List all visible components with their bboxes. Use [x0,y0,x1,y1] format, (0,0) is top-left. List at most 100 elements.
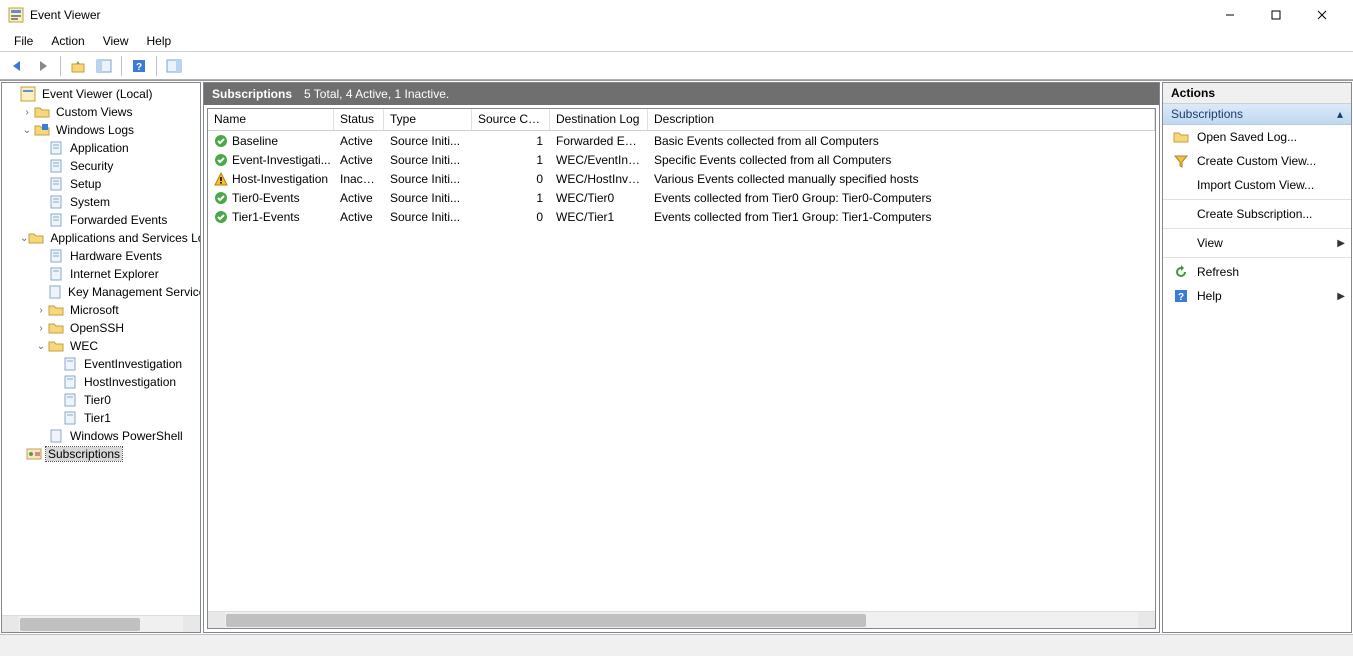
status-ok-icon [214,191,228,205]
show-hide-tree-button[interactable] [93,55,115,77]
action-create-custom-view[interactable]: Create Custom View... [1163,149,1351,173]
action-create-subscription[interactable]: Create Subscription... [1163,202,1351,226]
list-row[interactable]: Event-Investigati...ActiveSource Initi..… [208,150,1155,169]
tree-internet-explorer[interactable]: Internet Explorer [2,265,200,283]
status-warning-icon [214,172,228,186]
forward-button[interactable] [32,55,54,77]
action-help[interactable]: ? Help ▶ [1163,284,1351,308]
up-button[interactable] [67,55,89,77]
refresh-icon [1173,264,1189,280]
tree-kms[interactable]: Key Management Service [2,283,200,301]
collapse-icon: ▴ [1337,107,1343,121]
tree-log-item[interactable]: Tier0 [2,391,200,409]
menu-help[interactable]: Help [139,32,180,50]
center-summary: 5 Total, 4 Active, 1 Inactive. [304,87,449,101]
tree-log-item[interactable]: System [2,193,200,211]
minimize-button[interactable] [1207,0,1253,30]
list-horizontal-scrollbar[interactable] [208,611,1155,628]
tree-root[interactable]: Event Viewer (Local) [2,85,200,103]
action-import-custom-view[interactable]: Import Custom View... [1163,173,1351,197]
help-icon: ? [1173,288,1189,304]
list-row[interactable]: Tier1-EventsActiveSource Initi...0WEC/Ti… [208,207,1155,226]
tree-openssh[interactable]: › OpenSSH [2,319,200,337]
tree-windows-logs[interactable]: ⌄ Windows Logs [2,121,200,139]
app-icon [8,7,24,23]
action-view[interactable]: View ▶ [1163,231,1351,255]
log-icon [48,140,64,156]
tree-subscriptions[interactable]: Subscriptions [2,445,200,463]
list-row[interactable]: Tier0-EventsActiveSource Initi...1WEC/Ti… [208,188,1155,207]
menu-view[interactable]: View [95,32,137,50]
actions-section-header[interactable]: Subscriptions ▴ [1163,104,1351,125]
log-icon [48,194,64,210]
log-icon [62,392,78,408]
col-dest[interactable]: Destination Log [550,109,648,130]
log-icon [48,266,64,282]
list-row[interactable]: BaselineActiveSource Initi...1Forwarded … [208,131,1155,150]
action-open-saved-log[interactable]: Open Saved Log... [1163,125,1351,149]
folder-icon [48,338,64,354]
help-button[interactable]: ? [128,55,150,77]
submenu-arrow-icon: ▶ [1337,238,1345,249]
col-status[interactable]: Status [334,109,384,130]
list-header: Name Status Type Source Co... Destinatio… [208,109,1155,131]
window-title: Event Viewer [30,8,100,22]
tree-wec[interactable]: ⌄ WEC [2,337,200,355]
event-viewer-icon [20,86,36,102]
status-ok-icon [214,153,228,167]
center-title: Subscriptions [212,87,292,101]
col-type[interactable]: Type [384,109,472,130]
blank-icon [1173,235,1189,251]
folder-icon [48,302,64,318]
col-source[interactable]: Source Co... [472,109,550,130]
svg-text:?: ? [1178,292,1184,303]
tree-log-item[interactable]: Forwarded Events [2,211,200,229]
submenu-arrow-icon: ▶ [1337,291,1345,302]
svg-text:?: ? [136,62,142,73]
folder-icon [28,230,44,246]
tree-log-item[interactable]: Tier1 [2,409,200,427]
tree-log-item[interactable]: Security [2,157,200,175]
col-desc[interactable]: Description [648,109,1155,130]
tree-custom-views[interactable]: › Custom Views [2,103,200,121]
actions-pane-title: Actions [1163,83,1351,104]
menu-action[interactable]: Action [43,32,92,50]
maximize-button[interactable] [1253,0,1299,30]
subscriptions-icon [26,446,42,462]
log-icon [48,248,64,264]
center-pane: Subscriptions 5 Total, 4 Active, 1 Inact… [203,82,1160,633]
toolbar: ? [0,52,1353,80]
tree-apps-services[interactable]: ⌄ Applications and Services Logs [2,229,200,247]
tree-log-item[interactable]: HostInvestigation [2,373,200,391]
filter-icon [1173,153,1189,169]
close-button[interactable] [1299,0,1345,30]
windows-logs-icon [34,122,50,138]
tree-log-item[interactable]: Application [2,139,200,157]
folder-icon [48,320,64,336]
tree-pane: Event Viewer (Local) › Custom Views ⌄ Wi… [1,82,201,633]
col-name[interactable]: Name [208,109,334,130]
list-row[interactable]: Host-InvestigationInactiveSource Initi..… [208,169,1155,188]
action-refresh[interactable]: Refresh [1163,260,1351,284]
title-bar: Event Viewer [0,0,1353,30]
tree-horizontal-scrollbar[interactable] [2,615,200,632]
tree-log-item[interactable]: Setup [2,175,200,193]
log-icon [62,374,78,390]
menu-file[interactable]: File [6,32,41,50]
center-header: Subscriptions 5 Total, 4 Active, 1 Inact… [204,83,1159,105]
status-ok-icon [214,210,228,224]
log-icon [62,356,78,372]
status-ok-icon [214,134,228,148]
back-button[interactable] [6,55,28,77]
tree-powershell[interactable]: Windows PowerShell [2,427,200,445]
actions-pane: Actions Subscriptions ▴ Open Saved Log..… [1162,82,1352,633]
status-bar [0,634,1353,656]
show-hide-action-pane-button[interactable] [163,55,185,77]
tree-hardware-events[interactable]: Hardware Events [2,247,200,265]
log-icon [48,212,64,228]
folder-icon [34,104,50,120]
blank-icon [1173,206,1189,222]
tree-log-item[interactable]: EventInvestigation [2,355,200,373]
folder-open-icon [1173,129,1189,145]
tree-microsoft[interactable]: › Microsoft [2,301,200,319]
